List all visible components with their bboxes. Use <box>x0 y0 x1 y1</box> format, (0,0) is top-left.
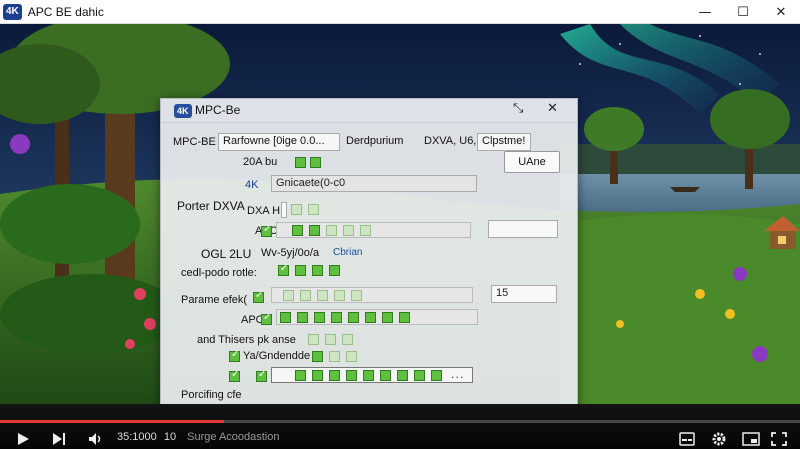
fullscreen-icon[interactable] <box>771 432 787 446</box>
apc-seg-4[interactable] <box>343 225 354 236</box>
apc-seg-2[interactable] <box>309 225 320 236</box>
mpc-be-label: MPC-BE <box>173 136 216 148</box>
current-time: 35:1000 <box>117 431 157 443</box>
row11-ellipsis: ... <box>451 368 465 381</box>
row11-seg-1[interactable] <box>295 370 306 381</box>
tab-close[interactable]: Clpstme! <box>477 133 531 151</box>
apc2-seg-3[interactable] <box>314 312 325 323</box>
resize-icon[interactable]: ⤡ <box>513 101 523 116</box>
miniplayer-icon[interactable] <box>742 432 760 446</box>
next-icon[interactable] <box>52 432 66 446</box>
checkbox-row11-b[interactable] <box>256 369 267 382</box>
app-logo-badge: 4K <box>3 3 22 20</box>
parame-seg-5[interactable] <box>351 290 362 301</box>
time-mid: 10 <box>163 431 177 443</box>
close-button[interactable]: ✕ <box>762 0 800 24</box>
apc2-seg-1[interactable] <box>280 312 291 323</box>
row-prefix-4k: 4K <box>245 179 259 191</box>
apc2-seg-6[interactable] <box>365 312 376 323</box>
app-window: 4K APC BE dahic — ☐ ✕ 4K MPC-Be ⤡ ✕ MPC-… <box>0 0 800 449</box>
time-display: 35:1000 10 Surge Acoodastion <box>117 431 280 443</box>
maximize-button[interactable]: ☐ <box>724 0 762 24</box>
row11-seg-2[interactable] <box>312 370 323 381</box>
tab-dxva[interactable]: DXVA, U6, <box>419 133 479 151</box>
row11-seg-4[interactable] <box>346 370 357 381</box>
parame-seg-2[interactable] <box>300 290 311 301</box>
row11-seg-3[interactable] <box>329 370 340 381</box>
title-bar: 4K APC BE dahic — ☐ ✕ <box>0 0 800 24</box>
dialog-title: MPC-Be <box>195 103 241 117</box>
apc2-seg-8[interactable] <box>399 312 410 323</box>
thisers-seg-3[interactable] <box>342 334 353 345</box>
apc2-seg-2[interactable] <box>297 312 308 323</box>
dialog-logo-badge: 4K <box>174 104 192 118</box>
cedl-seg-4[interactable] <box>329 265 340 276</box>
apc-meter <box>276 222 471 238</box>
ogl-link[interactable]: Cbrian <box>333 247 362 258</box>
status-text: Surge Acoodastion <box>187 431 280 443</box>
row11-seg-6[interactable] <box>380 370 391 381</box>
row-label-ya: Ya/Gndendde <box>243 350 311 362</box>
checkbox-parame[interactable] <box>253 290 264 303</box>
tab-performance[interactable]: Rarfowne [0ige 0.0... <box>218 133 340 151</box>
window-title: APC BE dahic <box>27 4 104 19</box>
apc-seg-5[interactable] <box>360 225 371 236</box>
row-label-dxa: DXA H <box>247 205 281 217</box>
parame-value-field[interactable]: 15 <box>491 285 557 303</box>
row11-seg-7[interactable] <box>397 370 408 381</box>
dialog-title-bar: 4K MPC-Be ⤡ ✕ <box>161 99 577 123</box>
row11-seg-5[interactable] <box>363 370 374 381</box>
parame-seg-1[interactable] <box>283 290 294 301</box>
apc2-seg-5[interactable] <box>348 312 359 323</box>
ya-seg-3[interactable] <box>346 351 357 362</box>
seek-progress <box>0 420 224 423</box>
checkbox-dxa-b[interactable] <box>308 204 319 215</box>
cedl-seg-3[interactable] <box>312 265 323 276</box>
checkbox-apc-2[interactable] <box>261 312 272 325</box>
row-label-thisers: and Thisers pk anse <box>197 334 296 346</box>
checkbox-ya[interactable] <box>229 349 240 362</box>
cedl-seg-2[interactable] <box>295 265 306 276</box>
subtitles-icon[interactable] <box>679 432 695 446</box>
apc2-seg-4[interactable] <box>331 312 342 323</box>
apc2-seg-7[interactable] <box>382 312 393 323</box>
dialog-close-button[interactable]: ✕ <box>547 101 558 116</box>
row-label-parame: Parame efek( <box>181 294 248 306</box>
ya-seg-2[interactable] <box>329 351 340 362</box>
parame-seg-3[interactable] <box>317 290 328 301</box>
parame-seg-4[interactable] <box>334 290 345 301</box>
footer-label: Porcifing cfe <box>181 389 242 401</box>
thisers-seg-1[interactable] <box>308 334 319 345</box>
cedl-seg-1[interactable] <box>278 263 289 276</box>
thisers-seg-2[interactable] <box>325 334 336 345</box>
row-label-ogl: OGL 2LU <box>201 247 252 261</box>
checkbox-apc[interactable] <box>261 224 272 237</box>
gear-icon[interactable] <box>711 431 727 447</box>
apc-value-field[interactable] <box>488 220 558 238</box>
checkbox-row11-a[interactable] <box>229 369 240 382</box>
checkbox-dxa-a[interactable] <box>291 204 302 215</box>
checkbox-20a-b[interactable] <box>310 157 321 168</box>
ya-seg-1[interactable] <box>312 351 323 362</box>
row-label-cedl: cedl-podo rotle: <box>181 267 257 279</box>
volume-icon[interactable] <box>88 432 104 446</box>
play-icon[interactable] <box>16 432 30 446</box>
row11-seg-9[interactable] <box>431 370 442 381</box>
minimize-button[interactable]: — <box>686 0 724 24</box>
row-label-20a: 20A bu <box>243 156 278 168</box>
group-label-porter-dxva: Porter DXVA <box>177 199 245 213</box>
apc-seg-3[interactable] <box>326 225 337 236</box>
ogl-value: Wv-5yj/0o/a <box>261 247 320 259</box>
checkbox-20a-a[interactable] <box>295 157 306 168</box>
row11-seg-8[interactable] <box>414 370 425 381</box>
dxa-input[interactable] <box>281 202 287 218</box>
generate-field[interactable]: Gnicaete(0-c0 <box>271 175 477 192</box>
tab-description[interactable]: Derdpurium <box>341 133 411 151</box>
options-dialog: 4K MPC-Be ⤡ ✕ MPC-BE Rarfowne [0ige 0.0.… <box>160 98 578 444</box>
apc-seg-1[interactable] <box>292 225 303 236</box>
window-controls: — ☐ ✕ <box>686 0 800 24</box>
ok-button[interactable]: UAne <box>504 151 560 173</box>
